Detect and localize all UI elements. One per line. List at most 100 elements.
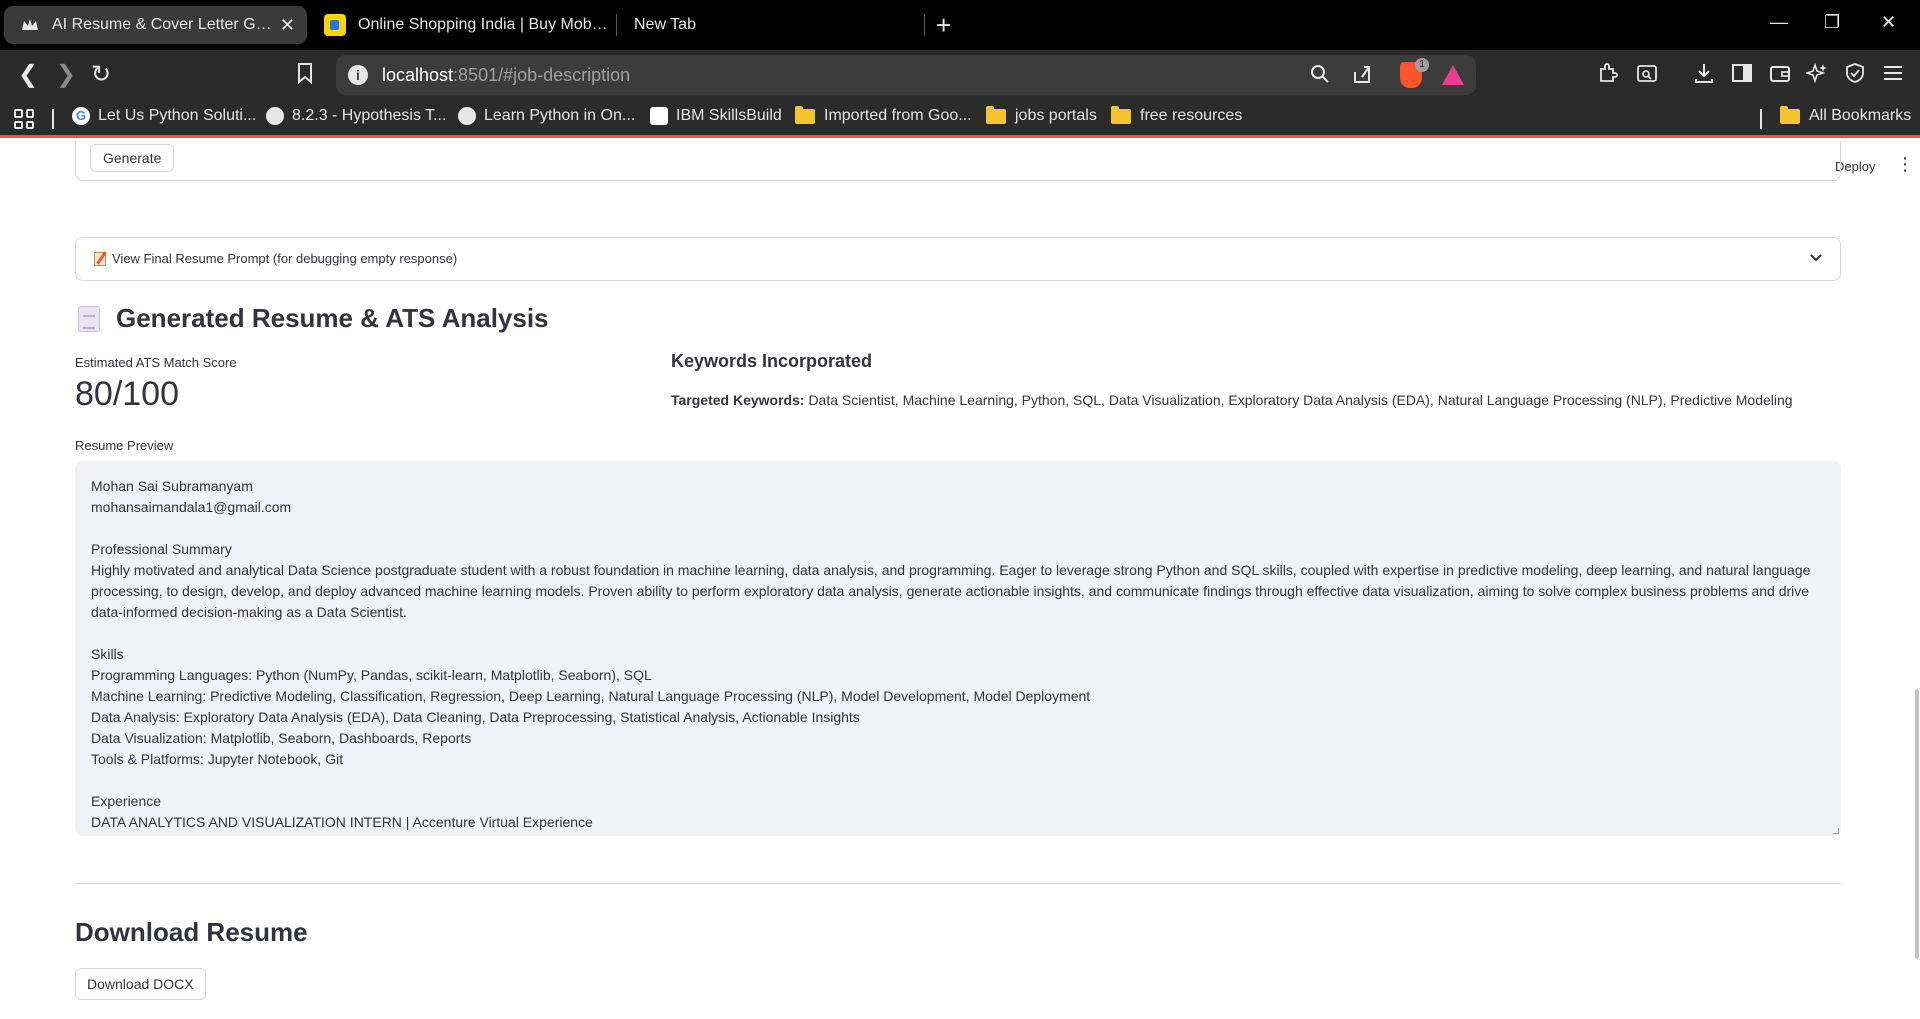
bookmark-folder[interactable]: Imported from Goo... [795, 105, 972, 125]
apps-grid-icon[interactable] [14, 109, 34, 129]
bookmark-label: All Bookmarks [1809, 107, 1912, 124]
bookmark-item[interactable]: 8.2.3 - Hypothesis T... [266, 107, 446, 125]
download-icon[interactable] [1693, 62, 1715, 90]
restore-button[interactable]: ❐ [1824, 12, 1840, 33]
bookmark-label: Learn Python in On... [484, 107, 636, 124]
resume-line [91, 770, 1825, 791]
section-title: Generated Resume & ATS Analysis [116, 303, 549, 333]
resume-line [91, 518, 1825, 539]
download-docx-button[interactable]: Download DOCX [75, 968, 206, 1000]
reload-icon[interactable]: ↻ [91, 62, 111, 88]
ibm-icon [650, 107, 668, 125]
close-window-button[interactable]: ✕ [1881, 12, 1896, 33]
resume-line: Experience [91, 793, 162, 809]
back-arrow-icon[interactable]: ❮ [18, 62, 38, 88]
download-heading: Download Resume [75, 917, 308, 947]
streamlit-page: Deploy ⋮ Generate View Final Resume Prom… [0, 141, 1920, 1019]
browser-tab-bar: AI Resume & Cover Letter Generator ✕ Onl… [0, 0, 1920, 50]
zoom-icon[interactable] [1310, 64, 1330, 90]
ats-score-label: Estimated ATS Match Score [75, 355, 237, 370]
bookmark-label: Let Us Python Soluti... [98, 107, 257, 124]
expander-text: View Final Resume Prompt (for debugging … [112, 251, 458, 266]
bookmarks-bar: G Let Us Python Soluti... 8.2.3 - Hypoth… [0, 100, 1920, 138]
vpn-shield-icon[interactable] [1844, 62, 1866, 90]
flipkart-icon [324, 14, 346, 36]
resume-line: Machine Learning: Predictive Modeling, C… [91, 688, 1091, 704]
extensions-icon[interactable] [1597, 62, 1619, 90]
resume-line: mohansaimandala1@gmail.com [91, 499, 292, 515]
close-tab-icon[interactable]: ✕ [280, 15, 295, 36]
bookmark-label: IBM SkillsBuild [676, 107, 782, 124]
page-scrollbar[interactable] [1915, 689, 1919, 959]
tab-separator [616, 14, 617, 36]
resize-handle[interactable] [1833, 828, 1839, 834]
bookmark-item[interactable]: Learn Python in On... [458, 107, 635, 125]
resume-line: Programming Languages: Python (NumPy, Pa… [91, 667, 652, 683]
brave-rewards-icon[interactable] [1442, 65, 1464, 85]
bookmark-label: free resources [1140, 107, 1243, 124]
keywords-heading: Keywords Incorporated [671, 351, 873, 371]
folder-icon [1111, 105, 1131, 124]
tab-title: Online Shopping India | Buy Mobiles, Ele… [358, 16, 608, 33]
divider [75, 883, 1841, 884]
bookmark-divider [1760, 109, 1762, 129]
section-heading: Generated Resume & ATS Analysis [78, 303, 549, 334]
leo-ai-icon[interactable] [1804, 62, 1828, 90]
keywords-list: Data Scientist, Machine Learning, Python… [808, 392, 1793, 408]
folder-icon [986, 105, 1006, 124]
chevron-down-icon[interactable] [1810, 249, 1822, 265]
resume-preview-textarea[interactable]: Mohan Sai Subramanyam mohansaimandala1@g… [75, 461, 1841, 836]
deploy-button[interactable]: Deploy [1835, 159, 1875, 174]
targeted-keywords: Targeted Keywords: Data Scientist, Machi… [671, 392, 1793, 408]
share-icon[interactable] [1352, 64, 1372, 90]
address-bar[interactable]: i localhost:8501/#job-description 1 [336, 55, 1476, 95]
folder-icon [1780, 105, 1800, 124]
new-tab-button[interactable]: + [936, 8, 951, 42]
resume-line: Skills [91, 646, 124, 662]
bookmark-icon[interactable] [297, 62, 313, 90]
bookmark-folder[interactable]: free resources [1111, 105, 1243, 125]
resume-line: Tools & Platforms: Jupyter Notebook, Git [91, 751, 344, 767]
all-bookmarks-folder[interactable]: All Bookmarks [1780, 105, 1912, 125]
shields-count-badge: 1 [1415, 58, 1429, 72]
tab-flipkart[interactable]: Online Shopping India | Buy Mobiles, Ele… [310, 6, 610, 44]
generate-button[interactable]: Generate [90, 144, 175, 172]
wallet-icon[interactable] [1769, 62, 1791, 90]
folder-icon [795, 105, 815, 124]
streamlit-crown-icon [20, 15, 40, 35]
tab-title: New Tab [634, 16, 696, 33]
resume-preview-label: Resume Preview [75, 438, 174, 453]
memo-icon [94, 251, 106, 266]
tab-separator [924, 14, 925, 36]
resume-line: Data Visualization: Matplotlib, Seaborn,… [91, 730, 472, 746]
expander-label: View Final Resume Prompt (for debugging … [94, 251, 457, 266]
tab-new-tab[interactable]: New Tab [622, 6, 922, 44]
tab-search-icon[interactable] [1636, 62, 1658, 90]
page-facing-up-icon [78, 305, 100, 332]
globe-icon [458, 107, 476, 125]
bookmark-item[interactable]: G Let Us Python Soluti... [72, 107, 256, 125]
resume-line: Professional Summary [91, 541, 232, 557]
bookmark-label: 8.2.3 - Hypothesis T... [292, 107, 447, 124]
url-text[interactable]: localhost:8501/#job-description [382, 65, 630, 86]
globe-icon [266, 107, 284, 125]
ats-score-value: 80/100 [75, 375, 179, 413]
bookmark-label: jobs portals [1015, 107, 1097, 124]
forward-arrow-icon[interactable]: ❯ [56, 62, 76, 88]
tab-ai-resume[interactable]: AI Resume & Cover Letter Generator ✕ [4, 6, 307, 44]
resume-line [91, 623, 1825, 644]
keywords-prefix: Targeted Keywords: [671, 392, 805, 408]
bookmark-item[interactable]: IBM SkillsBuild [650, 107, 782, 125]
google-icon: G [72, 107, 90, 125]
minimize-button[interactable]: — [1770, 12, 1788, 33]
resume-line: Mohan Sai Subramanyam [91, 478, 253, 494]
bookmark-folder[interactable]: jobs portals [986, 105, 1097, 125]
menu-icon[interactable] [1882, 62, 1904, 90]
bookmark-divider [52, 109, 54, 129]
resume-line: Highly motivated and analytical Data Sci… [91, 562, 1811, 620]
resume-line: DATA ANALYTICS AND VISUALIZATION INTERN … [91, 814, 593, 830]
site-info-icon[interactable]: i [348, 65, 368, 85]
prompt-expander[interactable]: View Final Resume Prompt (for debugging … [75, 237, 1841, 281]
sidebar-icon[interactable] [1731, 62, 1753, 90]
main-menu-kebab-icon[interactable]: ⋮ [1896, 155, 1914, 173]
